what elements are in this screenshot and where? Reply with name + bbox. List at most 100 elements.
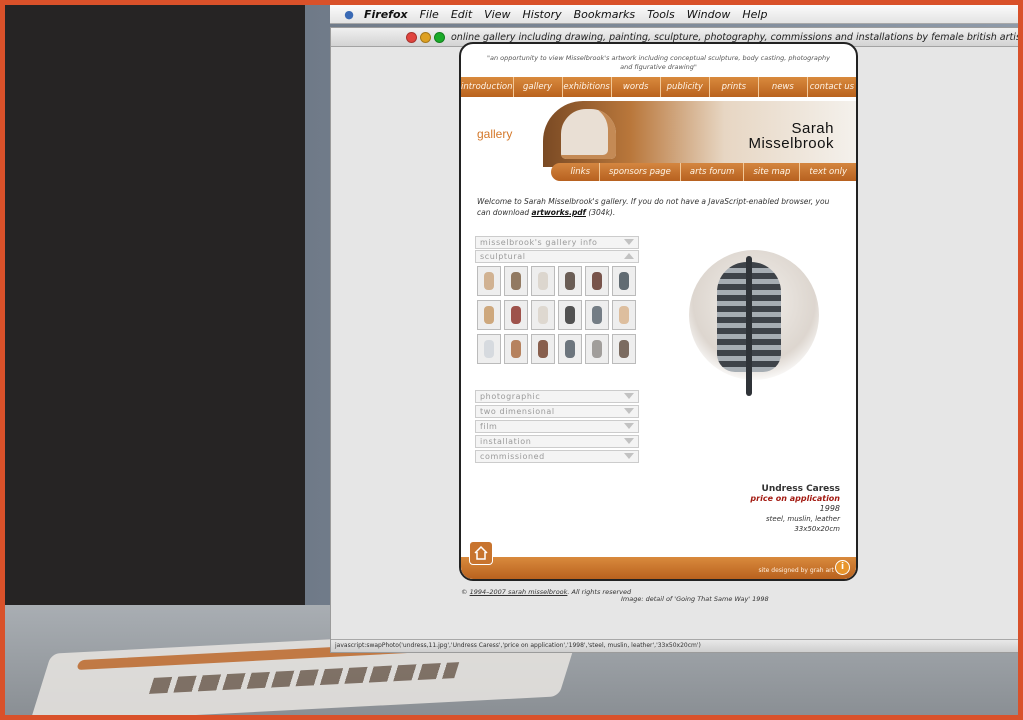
artworks-pdf-link[interactable]: artworks.pdf xyxy=(532,208,586,217)
copyright-symbol: © xyxy=(461,588,468,596)
logo-line-2: Misselbrook xyxy=(748,135,834,152)
site-tagline: "an opportunity to view Misselbrook's ar… xyxy=(487,54,830,71)
nav-gallery[interactable]: gallery xyxy=(514,77,563,97)
footer-band: site designed by grah art xyxy=(461,557,856,579)
category-commissioned[interactable]: commissioned xyxy=(475,450,639,463)
menu-firefox[interactable]: Firefox xyxy=(358,8,414,21)
thumbnail[interactable] xyxy=(504,334,528,364)
menu-window[interactable]: Window xyxy=(681,8,737,21)
chevron-down-icon xyxy=(624,239,634,245)
category-label: photographic xyxy=(480,392,541,401)
thumbnail[interactable] xyxy=(531,334,555,364)
subnav-arts-forum[interactable]: arts forum xyxy=(679,163,744,181)
thumbnail[interactable] xyxy=(477,334,501,364)
thumbnail[interactable] xyxy=(585,334,609,364)
image-note: Image: detail of 'Going That Same Way' 1… xyxy=(621,595,769,603)
subnav-links[interactable]: links xyxy=(562,163,599,181)
site-logo: Sarah Misselbrook xyxy=(748,121,834,151)
window-controls xyxy=(406,31,445,43)
nav-contact-us[interactable]: contact us xyxy=(808,77,856,97)
copyright-link[interactable]: 1994–2007 sarah misselbrook xyxy=(470,588,568,596)
thumbnail[interactable] xyxy=(558,266,582,296)
intro-text: Welcome to Sarah Misselbrook's gallery. … xyxy=(477,196,837,218)
menu-help[interactable]: Help xyxy=(736,8,773,21)
category-sculptural[interactable]: sculptural xyxy=(475,250,639,263)
artwork-caption: Undress Caress price on application 1998… xyxy=(750,484,840,534)
menu-edit[interactable]: Edit xyxy=(445,8,478,21)
artwork-title: Undress Caress xyxy=(761,484,840,494)
home-icon[interactable] xyxy=(469,541,493,565)
nav-exhibitions[interactable]: exhibitions xyxy=(563,77,612,97)
site-page: "an opportunity to view Misselbrook's ar… xyxy=(459,42,858,581)
nav-news[interactable]: news xyxy=(759,77,808,97)
thumbnail[interactable] xyxy=(477,266,501,296)
menu-bookmarks[interactable]: Bookmarks xyxy=(568,8,641,21)
category-installation[interactable]: installation xyxy=(475,435,639,448)
category-film[interactable]: film xyxy=(475,420,639,433)
intro-text-after: (304k). xyxy=(585,208,616,217)
category-label: film xyxy=(480,422,498,431)
chevron-down-icon xyxy=(624,423,634,429)
thumbnail[interactable] xyxy=(504,300,528,330)
category-label: installation xyxy=(480,437,532,446)
chevron-down-icon xyxy=(624,408,634,414)
menu-history[interactable]: History xyxy=(517,8,568,21)
sub-nav: links sponsors page arts forum site map … xyxy=(551,163,856,181)
nav-introduction[interactable]: introduction xyxy=(461,77,514,97)
subnav-text-only[interactable]: text only xyxy=(799,163,856,181)
category-label: commissioned xyxy=(480,452,545,461)
category-photographic[interactable]: photographic xyxy=(475,390,639,403)
featured-artwork-image xyxy=(669,242,829,432)
thumbnail[interactable] xyxy=(612,300,636,330)
thumbnail-grid xyxy=(477,266,637,364)
menu-tools[interactable]: Tools xyxy=(641,8,681,21)
artwork-price: price on application xyxy=(750,494,840,503)
site-footer: site designed by grah art i xyxy=(461,539,856,579)
menu-file[interactable]: File xyxy=(414,8,445,21)
scene: ● Firefox File Edit View History Bookmar… xyxy=(5,5,1018,715)
intro-text-before: Welcome to Sarah Misselbrook's gallery. … xyxy=(477,197,830,217)
subnav-site-map[interactable]: site map xyxy=(743,163,799,181)
nav-prints[interactable]: prints xyxy=(710,77,759,97)
category-label: misselbrook's gallery info xyxy=(480,238,598,247)
thumbnail[interactable] xyxy=(477,300,501,330)
thumbnail[interactable] xyxy=(531,266,555,296)
menu-view[interactable]: View xyxy=(478,8,516,21)
category-two-dimensional[interactable]: two dimensional xyxy=(475,405,639,418)
mac-menubar: ● Firefox File Edit View History Bookmar… xyxy=(330,5,1018,24)
category-gallery-info[interactable]: misselbrook's gallery info xyxy=(475,236,639,249)
artwork-materials: steel, muslin, leather xyxy=(766,515,840,523)
site-header: gallery Sarah Misselbrook links sponsors… xyxy=(461,97,856,181)
artwork-dimensions: 33x50x20cm xyxy=(794,525,840,533)
info-icon[interactable]: i xyxy=(835,560,850,575)
thumbnail[interactable] xyxy=(585,300,609,330)
thumbnail[interactable] xyxy=(558,334,582,364)
zoom-icon[interactable] xyxy=(434,31,445,43)
thumbnail[interactable] xyxy=(612,266,636,296)
chevron-down-icon xyxy=(624,438,634,444)
close-icon[interactable] xyxy=(406,31,417,43)
subnav-sponsors-page[interactable]: sponsors page xyxy=(599,163,680,181)
status-bar: javascript:swapPhoto('undress,11.jpg','U… xyxy=(331,639,1018,652)
section-title: gallery xyxy=(477,127,513,141)
artwork-year: 1998 xyxy=(819,504,840,513)
thumbnail[interactable] xyxy=(531,300,555,330)
logo-line-1: Sarah xyxy=(791,120,834,137)
thumbnail[interactable] xyxy=(558,300,582,330)
main-nav: introduction gallery exhibitions words p… xyxy=(461,77,856,97)
header-banner: Sarah Misselbrook xyxy=(543,101,856,167)
thumbnail[interactable] xyxy=(504,266,528,296)
nav-publicity[interactable]: publicity xyxy=(661,77,710,97)
window-title: online gallery including drawing, painti… xyxy=(451,31,1018,43)
chevron-up-icon xyxy=(624,253,634,259)
banner-photo xyxy=(561,109,616,159)
chevron-down-icon xyxy=(624,453,634,459)
apple-icon[interactable]: ● xyxy=(340,8,358,21)
minimize-icon[interactable] xyxy=(420,31,431,43)
designer-credit[interactable]: site designed by grah art xyxy=(759,567,834,574)
thumbnail[interactable] xyxy=(612,334,636,364)
copyright-notice: © 1994–2007 sarah misselbrook. All right… xyxy=(461,588,631,596)
thumbnail[interactable] xyxy=(585,266,609,296)
browser-window: online gallery including drawing, painti… xyxy=(330,27,1018,653)
nav-words[interactable]: words xyxy=(612,77,661,97)
